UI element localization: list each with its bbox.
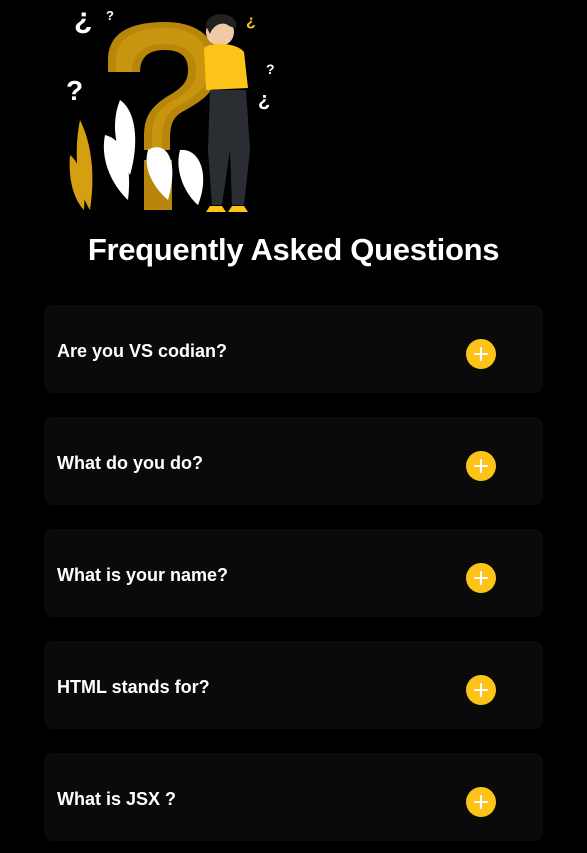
plus-icon[interactable] [466, 339, 496, 369]
question-mark-illustration: ¿ ? ? ¿ ? ¿ [60, 0, 290, 215]
plus-icon[interactable] [466, 563, 496, 593]
svg-text:¿: ¿ [258, 89, 270, 111]
faq-page: ¿ ? ? ¿ ? ¿ Frequently Asked Questions A… [0, 0, 587, 853]
svg-text:?: ? [66, 75, 83, 106]
svg-text:?: ? [106, 8, 114, 23]
faq-item[interactable]: HTML stands for? [44, 641, 543, 729]
faq-question: What do you do? [57, 453, 203, 473]
plus-icon[interactable] [466, 451, 496, 481]
faq-item[interactable]: What is JSX ? [44, 753, 543, 841]
faq-question: What is your name? [57, 565, 229, 585]
faq-item[interactable]: What do you do? [44, 417, 543, 505]
svg-text:¿: ¿ [246, 13, 256, 30]
faq-list: Are you VS codian? What do you do? What … [44, 305, 543, 853]
svg-text:¿: ¿ [74, 2, 92, 35]
page-title: Frequently Asked Questions [87, 232, 500, 267]
faq-question: HTML stands for? [57, 677, 210, 697]
plus-icon[interactable] [466, 675, 496, 705]
plus-icon[interactable] [466, 787, 496, 817]
svg-text:?: ? [266, 61, 275, 77]
faq-question: Are you VS codian? [57, 341, 228, 361]
faq-item[interactable]: Are you VS codian? [44, 305, 543, 393]
faq-question: What is JSX ? [57, 789, 177, 809]
faq-item[interactable]: What is your name? [44, 529, 543, 617]
